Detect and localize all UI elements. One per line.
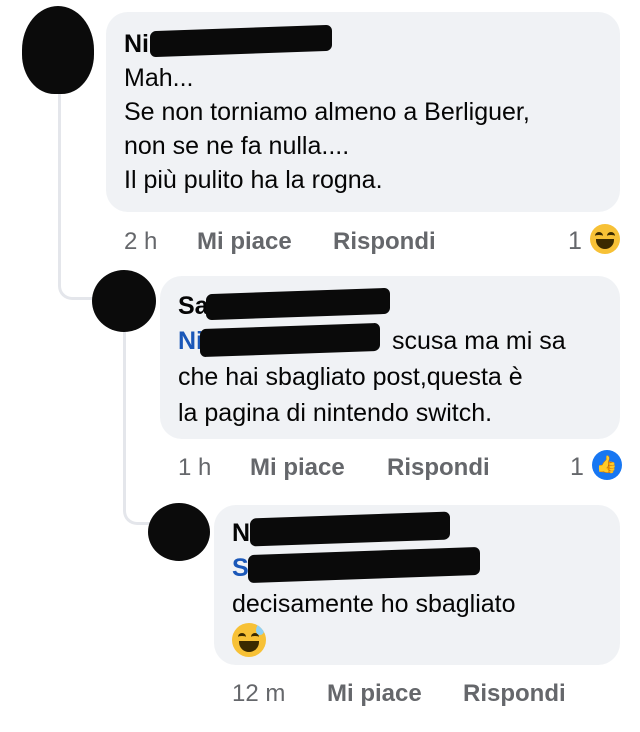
redaction-mark (206, 287, 390, 321)
avatar[interactable] (148, 503, 210, 561)
comment-timestamp: 1 h (178, 454, 212, 481)
comment-text-line: Se non torniamo almeno a Berliguer, (124, 98, 530, 126)
author-name[interactable]: Ni (124, 30, 149, 59)
comment-bubble: Ni Mah... Se non torniamo almeno a Berli… (106, 12, 620, 212)
reply-button[interactable]: Rispondi (333, 228, 436, 256)
author-name[interactable]: N (232, 519, 250, 548)
like-thumb-icon[interactable]: 👍 (592, 450, 622, 480)
thread-line (123, 332, 162, 525)
like-button[interactable]: Mi piace (250, 454, 345, 482)
haha-emoji-icon[interactable] (590, 224, 620, 254)
redaction-mark (150, 24, 332, 58)
avatar[interactable] (92, 270, 156, 332)
redaction-mark (250, 511, 450, 547)
mention-link[interactable]: S (232, 553, 249, 584)
comment-text-line: Mah... (124, 64, 194, 92)
comment-timestamp: 12 m (232, 680, 286, 707)
comment-text-line: scusa ma mi sa (392, 327, 566, 355)
reply-button[interactable]: Rispondi (463, 680, 566, 708)
redaction-mark (200, 322, 380, 358)
comment-text-line: decisamente ho sbagliato (232, 590, 516, 618)
comment-text-line: che hai sbagliato post,questa è (178, 363, 523, 391)
comment-bubble: N S decisamente ho sbagliato (214, 505, 620, 665)
comment-timestamp: 2 h (124, 228, 158, 255)
comment-bubble: Sa Ni scusa ma mi sa che hai sbagliato p… (160, 276, 620, 439)
author-name[interactable]: Sa (178, 292, 209, 321)
reaction-count[interactable]: 1 (568, 227, 582, 256)
grinning-sweat-emoji-icon (232, 623, 266, 657)
reaction-count[interactable]: 1 (570, 453, 584, 482)
redaction-mark (248, 546, 480, 584)
like-button[interactable]: Mi piace (197, 228, 292, 256)
like-button[interactable]: Mi piace (327, 680, 422, 708)
reply-button[interactable]: Rispondi (387, 454, 490, 482)
thread-line (58, 92, 103, 300)
comment-text-line: Il più pulito ha la rogna. (124, 166, 383, 194)
comment-text-line: la pagina di nintendo switch. (178, 399, 493, 427)
comment-text-line: non se ne fa nulla.... (124, 132, 350, 160)
avatar[interactable] (22, 6, 94, 94)
